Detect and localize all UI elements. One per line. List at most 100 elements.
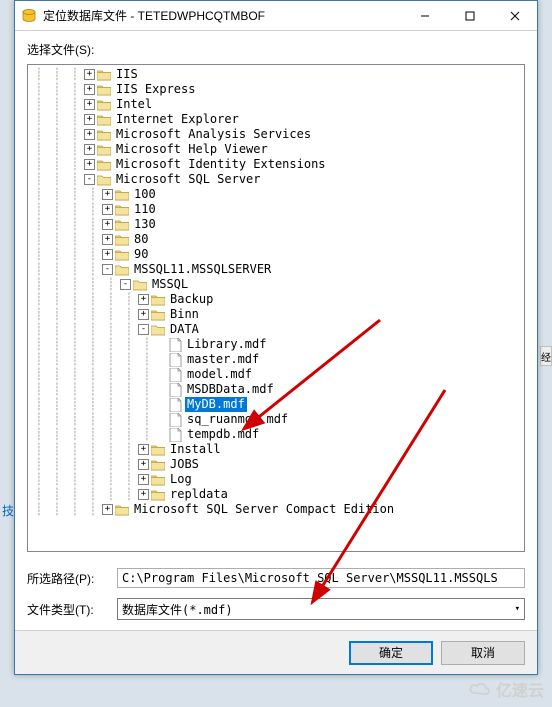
tree-label: IIS (114, 67, 140, 82)
tree-node-compact[interactable]: ┊┊┊┊+Microsoft SQL Server Compact Editio… (30, 502, 522, 517)
tree-label: MSDBData.mdf (185, 382, 276, 397)
tree-node-mie[interactable]: ┊┊┊+Microsoft Identity Extensions (30, 157, 522, 172)
expand-icon[interactable]: + (102, 249, 113, 260)
collapse-icon[interactable]: - (102, 264, 113, 275)
tree-node-sq[interactable]: ┊┊┊┊┊┊┊sq_ruanmou.mdf (30, 412, 522, 427)
tree-label: Microsoft Help Viewer (114, 142, 270, 157)
expand-icon[interactable]: + (84, 99, 95, 110)
filetype-combo[interactable]: 数据库文件(*.mdf) ▾ (117, 598, 525, 620)
maximize-button[interactable] (447, 1, 492, 30)
expand-icon[interactable]: + (138, 459, 149, 470)
tree-label: master.mdf (185, 352, 261, 367)
tree-label: JOBS (168, 457, 201, 472)
tree-node-jobs[interactable]: ┊┊┊┊┊┊+JOBS (30, 457, 522, 472)
tree-label: Microsoft Analysis Services (114, 127, 313, 142)
expand-icon[interactable]: + (138, 489, 149, 500)
watermark: 亿速云 (468, 677, 544, 701)
expand-icon[interactable]: + (138, 309, 149, 320)
tree-node-mydb[interactable]: ┊┊┊┊┊┊┊MyDB.mdf (30, 397, 522, 412)
filetype-value: 数据库文件(*.mdf) (122, 601, 515, 618)
close-button[interactable] (492, 1, 537, 30)
ok-button[interactable]: 确定 (349, 641, 433, 665)
tree-node-mhv[interactable]: ┊┊┊+Microsoft Help Viewer (30, 142, 522, 157)
expand-icon[interactable]: + (102, 219, 113, 230)
tree-label: 100 (132, 187, 158, 202)
tree-node-model[interactable]: ┊┊┊┊┊┊┊model.mdf (30, 367, 522, 382)
tree-node-mas[interactable]: ┊┊┊+Microsoft Analysis Services (30, 127, 522, 142)
tree-label: Intel (114, 97, 154, 112)
tree-node-n80[interactable]: ┊┊┊┊+80 (30, 232, 522, 247)
tree-label: repldata (168, 487, 230, 502)
tree-node-msdb[interactable]: ┊┊┊┊┊┊┊MSDBData.mdf (30, 382, 522, 397)
tree-node-n100[interactable]: ┊┊┊┊+100 (30, 187, 522, 202)
tree-label: Microsoft Identity Extensions (114, 157, 328, 172)
expand-icon[interactable]: + (84, 84, 95, 95)
expand-icon[interactable]: + (102, 234, 113, 245)
tree-node-n130[interactable]: ┊┊┊┊+130 (30, 217, 522, 232)
tree-label: MyDB.mdf (185, 397, 247, 412)
window-title: 定位数据库文件 - TETEDWPHCQTMBOF (43, 7, 402, 24)
expand-icon[interactable]: + (84, 129, 95, 140)
tree-node-install[interactable]: ┊┊┊┊┊┊+Install (30, 442, 522, 457)
collapse-icon[interactable]: - (120, 279, 131, 290)
dialog-footer: 确定 取消 (15, 630, 537, 674)
tree-node-n110[interactable]: ┊┊┊┊+110 (30, 202, 522, 217)
select-file-label: 选择文件(S): (27, 41, 525, 58)
tree-node-iis[interactable]: ┊┊┊+IIS (30, 67, 522, 82)
tree-node-backup[interactable]: ┊┊┊┊┊┊+Backup (30, 292, 522, 307)
tree-node-intel[interactable]: ┊┊┊+Intel (30, 97, 522, 112)
tree-label: sq_ruanmou.mdf (185, 412, 290, 427)
expand-icon[interactable]: + (138, 474, 149, 485)
path-value: C:\Program Files\Microsoft SQL Server\MS… (117, 568, 525, 588)
tree-node-tempdb[interactable]: ┊┊┊┊┊┊┊tempdb.mdf (30, 427, 522, 442)
tree-node-mss[interactable]: ┊┊┊-Microsoft SQL Server (30, 172, 522, 187)
tree-label: MSSQL11.MSSQLSERVER (132, 262, 273, 277)
tree-label: Binn (168, 307, 201, 322)
expand-icon[interactable]: + (102, 504, 113, 515)
app-icon (21, 8, 37, 24)
tree-node-mssql11[interactable]: ┊┊┊┊-MSSQL11.MSSQLSERVER (30, 262, 522, 277)
tree-node-iis_express[interactable]: ┊┊┊+IIS Express (30, 82, 522, 97)
expand-icon[interactable]: + (138, 444, 149, 455)
tree-node-log[interactable]: ┊┊┊┊┊┊+Log (30, 472, 522, 487)
tree-label: Install (168, 442, 223, 457)
minimize-button[interactable] (402, 1, 447, 30)
tree-node-mssql[interactable]: ┊┊┊┊┊-MSSQL (30, 277, 522, 292)
tree-node-data[interactable]: ┊┊┊┊┊┊-DATA (30, 322, 522, 337)
tree-label: tempdb.mdf (185, 427, 261, 442)
expand-icon[interactable]: + (84, 69, 95, 80)
path-label: 所选路径(P): (27, 570, 117, 587)
expand-icon[interactable]: + (84, 159, 95, 170)
tree-node-ie[interactable]: ┊┊┊+Internet Explorer (30, 112, 522, 127)
tree-node-master[interactable]: ┊┊┊┊┊┊┊master.mdf (30, 352, 522, 367)
tree-node-repldata[interactable]: ┊┊┊┊┊┊+repldata (30, 487, 522, 502)
tree-label: Internet Explorer (114, 112, 241, 127)
chevron-down-icon: ▾ (515, 604, 520, 614)
cancel-button[interactable]: 取消 (441, 641, 525, 665)
tree-label: Log (168, 472, 194, 487)
tree-label: Backup (168, 292, 215, 307)
tree-label: 90 (132, 247, 150, 262)
expand-icon[interactable]: + (102, 204, 113, 215)
expand-icon[interactable]: + (102, 189, 113, 200)
bg-tab: 经 (540, 346, 552, 366)
filetype-label: 文件类型(T): (27, 601, 117, 618)
bg-link: 技 (2, 502, 12, 516)
tree-label: 130 (132, 217, 158, 232)
tree-node-library[interactable]: ┊┊┊┊┊┊┊Library.mdf (30, 337, 522, 352)
tree-label: IIS Express (114, 82, 197, 97)
collapse-icon[interactable]: - (84, 174, 95, 185)
expand-icon[interactable]: + (138, 294, 149, 305)
folder-tree[interactable]: ┊┊┊+IIS┊┊┊+IIS Express┊┊┊+Intel┊┊┊+Inter… (27, 64, 525, 552)
tree-node-n90[interactable]: ┊┊┊┊+90 (30, 247, 522, 262)
tree-label: MSSQL (150, 277, 190, 292)
expand-icon[interactable]: + (84, 144, 95, 155)
titlebar: 定位数据库文件 - TETEDWPHCQTMBOF (15, 1, 537, 31)
tree-label: DATA (168, 322, 201, 337)
tree-label: Library.mdf (185, 337, 268, 352)
tree-node-binn[interactable]: ┊┊┊┊┊┊+Binn (30, 307, 522, 322)
dialog-window: 定位数据库文件 - TETEDWPHCQTMBOF 选择文件(S): ┊┊┊+I… (14, 0, 538, 675)
expand-icon[interactable]: + (84, 114, 95, 125)
tree-label: model.mdf (185, 367, 254, 382)
collapse-icon[interactable]: - (138, 324, 149, 335)
